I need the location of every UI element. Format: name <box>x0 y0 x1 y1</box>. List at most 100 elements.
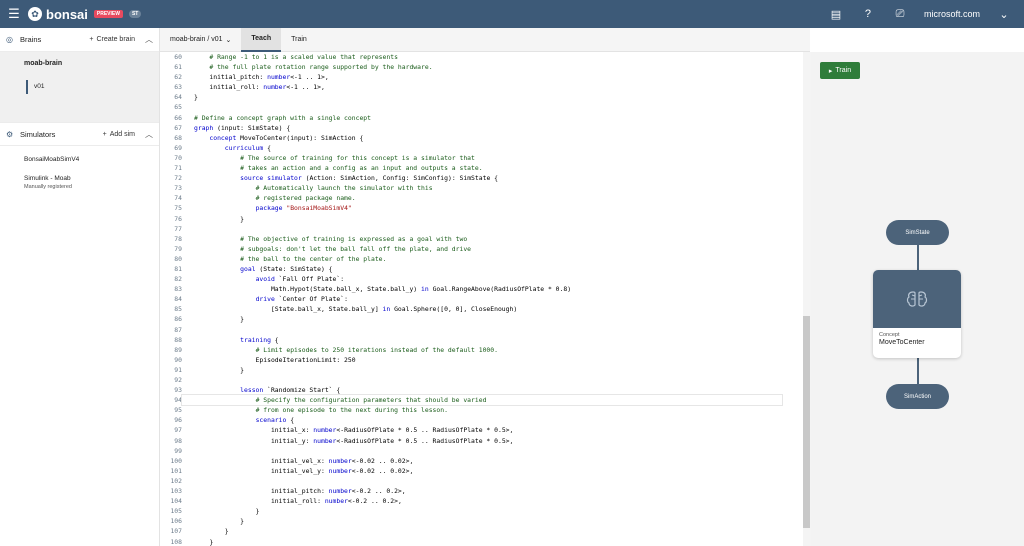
code-line[interactable]: 99 <box>160 446 803 456</box>
line-number: 97 <box>174 426 182 435</box>
input-node-simstate[interactable]: SimState <box>886 220 949 245</box>
concept-node[interactable]: Concept MoveToCenter <box>873 270 961 358</box>
code-line[interactable]: 86 } <box>160 314 803 324</box>
code-line[interactable]: 88 training { <box>160 335 803 345</box>
code-line[interactable]: 84 drive `Center Of Plate`: <box>160 294 803 304</box>
code-line[interactable]: 75 package "BonsaiMoabSimV4" <box>160 203 803 213</box>
code-line[interactable]: 78 # The objective of training is expres… <box>160 234 803 244</box>
editor-scrollbar-thumb[interactable] <box>803 316 810 528</box>
code-text: EpisodeIterationLimit: 250 <box>194 355 356 364</box>
line-number: 62 <box>174 73 182 82</box>
create-brain-button[interactable]: + Create brain <box>89 36 135 43</box>
simulator-name: Simulink - Moab <box>24 175 71 182</box>
code-line[interactable]: 76 } <box>160 214 803 224</box>
brain-name: moab-brain <box>24 60 63 67</box>
tab-train[interactable]: Train <box>281 28 317 52</box>
code-line[interactable]: 77 <box>160 224 803 234</box>
code-line[interactable]: 67 graph (input: SimState) { <box>160 123 803 133</box>
code-line[interactable]: 100 initial_vel_x: number<-0.02 .. 0.02>… <box>160 456 803 466</box>
code-line[interactable]: 65 <box>160 102 803 112</box>
code-line[interactable]: 79 # subgoals: don't let the ball fall o… <box>160 244 803 254</box>
code-line[interactable]: 60 # Range -1 to 1 is a scaled value tha… <box>160 52 803 62</box>
line-number: 77 <box>174 224 182 233</box>
line-number: 95 <box>174 406 182 415</box>
code-line[interactable]: 66 # Define a concept graph with a single… <box>160 113 803 123</box>
code-line[interactable]: 81 goal (State: SimState) { <box>160 264 803 274</box>
line-number: 98 <box>174 436 182 445</box>
chevron-down-icon[interactable]: ⌄ <box>996 8 1012 21</box>
line-number: 83 <box>174 285 182 294</box>
line-number: 61 <box>174 63 182 72</box>
tab-teach[interactable]: Teach <box>241 27 282 52</box>
code-line[interactable]: 68 concept MoveToCenter(input): SimActio… <box>160 133 803 143</box>
feedback-icon[interactable]: ⎚ <box>892 8 908 21</box>
code-line[interactable]: 63 initial_roll: number<-1 .. 1>, <box>160 82 803 92</box>
concept-name: MoveToCenter <box>879 339 925 346</box>
code-line[interactable]: 103 initial_pitch: number<-0.2 .. 0.2>, <box>160 486 803 496</box>
account-name[interactable]: microsoft.com <box>924 9 980 19</box>
code-text: graph (input: SimState) { <box>194 123 291 132</box>
collapse-simulators-icon[interactable]: ︿ <box>145 129 153 140</box>
collapse-brains-icon[interactable]: ︿ <box>145 34 153 45</box>
code-line[interactable]: 69 curriculum { <box>160 143 803 153</box>
simulator-item[interactable]: Simulink - Moab Manually registered <box>0 167 159 194</box>
code-line[interactable]: 104 initial_roll: number<-0.2 .. 0.2>, <box>160 496 803 506</box>
line-number: 89 <box>174 345 182 354</box>
line-number: 88 <box>174 335 182 344</box>
brand[interactable]: ✿ bonsai PREVIEW ST <box>28 7 142 22</box>
code-line[interactable]: 80 # the ball to the center of the plate… <box>160 254 803 264</box>
code-line[interactable]: 83 Math.Hypot(State.ball_x, State.ball_y… <box>160 284 803 294</box>
code-line[interactable]: 93 lesson `Randomize Start` { <box>160 385 803 395</box>
preview-badge: PREVIEW <box>93 10 123 18</box>
code-line[interactable]: 73 # Automatically launch the simulator … <box>160 183 803 193</box>
breadcrumb[interactable]: moab-brain / v01 ⌄ <box>160 36 241 44</box>
left-panel: ◎ Brains + Create brain ︿ moab-brain v01… <box>0 28 160 546</box>
train-button[interactable]: ▸ Train <box>820 62 860 79</box>
notes-icon[interactable]: ▤ <box>828 8 844 21</box>
line-number: 87 <box>174 325 182 334</box>
code-text: Math.Hypot(State.ball_x, State.ball_y) i… <box>194 285 572 294</box>
code-line[interactable]: 90 EpisodeIterationLimit: 250 <box>160 355 803 365</box>
line-number: 96 <box>174 416 182 425</box>
simulator-item[interactable]: BonsaiMoabSimV4 <box>0 146 159 167</box>
code-line[interactable]: 82 avoid `Fall Off Plate`: <box>160 274 803 284</box>
code-line[interactable]: 71 # takes an action and a config as an … <box>160 163 803 173</box>
code-line[interactable]: 62 initial_pitch: number<-1 .. 1>, <box>160 72 803 82</box>
code-line[interactable]: 61 # the full plate rotation range suppo… <box>160 62 803 72</box>
code-line[interactable]: 107 } <box>160 526 803 536</box>
line-number: 85 <box>174 305 182 314</box>
code-line[interactable]: 102 <box>160 476 803 486</box>
output-node-simaction[interactable]: SimAction <box>886 384 949 409</box>
code-text: lesson `Randomize Start` { <box>240 386 341 395</box>
code-line[interactable]: 105 } <box>160 506 803 516</box>
code-line[interactable]: 94 # Specify the configuration parameter… <box>160 394 803 407</box>
code-line[interactable]: 70 # The source of training for this con… <box>160 153 803 163</box>
code-line[interactable]: 64} <box>160 92 803 102</box>
code-line[interactable]: 106 } <box>160 516 803 526</box>
code-line[interactable]: 74 # registered package name. <box>160 193 803 203</box>
code-line[interactable]: 101 initial_vel_y: number<-0.02 .. 0.02>… <box>160 466 803 476</box>
code-line[interactable]: 98 initial_y: number<-RadiusOfPlate * 0.… <box>160 436 803 446</box>
code-line[interactable]: 97 initial_x: number<-RadiusOfPlate * 0.… <box>160 425 803 435</box>
code-text: initial_vel_x: number<-0.02 .. 0.02>, <box>194 456 414 465</box>
brain-version-item[interactable]: v01 <box>26 80 44 94</box>
code-line[interactable]: 72 source simulator (Action: SimAction, … <box>160 173 803 183</box>
code-line[interactable]: 92 <box>160 375 803 385</box>
code-line[interactable]: 96 scenario { <box>160 415 803 425</box>
add-sim-button[interactable]: + Add sim <box>103 131 135 138</box>
code-line[interactable]: 87 <box>160 325 803 335</box>
line-number: 79 <box>174 244 182 253</box>
code-line[interactable]: 95 # from one episode to the next during… <box>160 405 803 415</box>
code-line[interactable]: 89 # Limit episodes to 250 iterations in… <box>160 345 803 355</box>
code-editor[interactable]: 60 # Range -1 to 1 is a scaled value tha… <box>160 52 803 546</box>
create-brain-label: Create brain <box>96 36 135 43</box>
brain-item-moab[interactable]: moab-brain v01 <box>0 52 159 122</box>
line-number: 66 <box>174 113 182 122</box>
help-icon[interactable]: ? <box>860 8 876 20</box>
code-line[interactable]: 91 } <box>160 365 803 375</box>
code-line[interactable]: 85 [State.ball_x, State.ball_y] in Goal.… <box>160 304 803 314</box>
line-number: 106 <box>170 517 182 526</box>
hamburger-icon[interactable]: ☰ <box>0 0 28 28</box>
code-line[interactable]: 108 } <box>160 537 803 546</box>
